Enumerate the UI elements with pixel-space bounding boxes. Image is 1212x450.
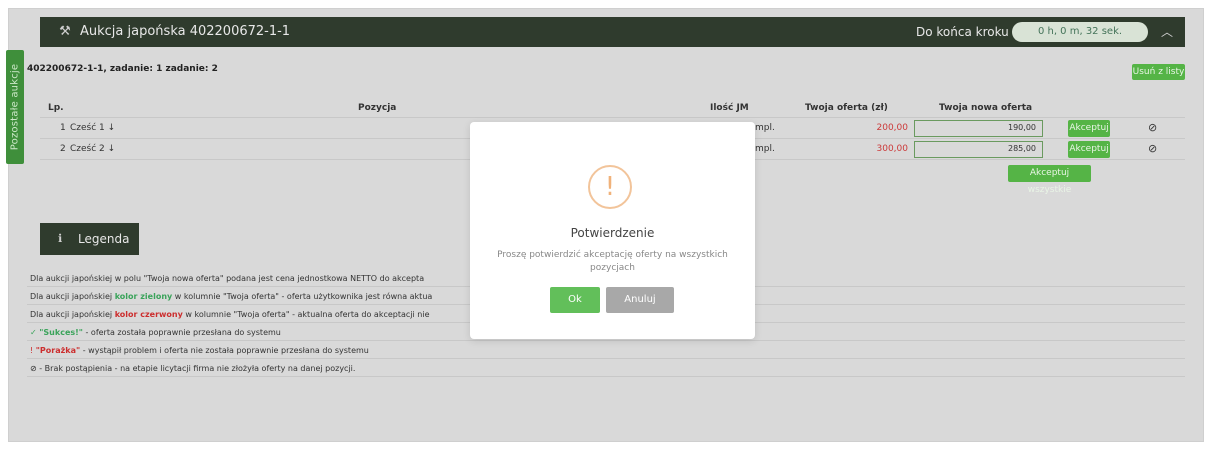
gavel-icon: ⚒ <box>59 24 71 39</box>
row-unit: mpl. <box>755 123 775 133</box>
legend-title: Legenda <box>78 232 130 246</box>
legend-header: ℹ Legenda <box>40 223 139 255</box>
col-your-offer: Twoja oferta (zł) <box>805 103 888 113</box>
exclamation-circle-icon: ! <box>30 346 34 355</box>
accept-button[interactable]: Akceptuj <box>1068 141 1110 158</box>
legend-text: Dla aukcji japońskiej w polu "Twoja nowa… <box>30 274 425 283</box>
accept-button[interactable]: Akceptuj <box>1068 120 1110 137</box>
legend-red-label: kolor czerwony <box>114 310 183 319</box>
legend-text: Dla aukcji japońskiej <box>30 292 115 301</box>
confirm-dialog: ! Potwierdzenie Proszę potwierdzić akcep… <box>470 122 755 339</box>
col-qty-unit: Ilość JM <box>710 103 749 113</box>
legend-line: ! "Porażka" - wystąpił problem i oferta … <box>27 342 1185 359</box>
row-lp: 1 <box>60 123 66 133</box>
ok-button[interactable]: Ok <box>550 287 600 313</box>
legend-success-label: "Sukces!" <box>39 328 83 337</box>
row-your-offer: 300,00 <box>876 144 909 154</box>
legend-line: ⊘ - Brak postąpienia - na etapie licytac… <box>27 360 1185 377</box>
legend-text: Dla aukcji japońskiej <box>30 310 115 319</box>
legend-text: w kolumnie "Twoja oferta" - aktualna ofe… <box>182 310 430 319</box>
step-timer: 0 h, 0 m, 32 sek. <box>1012 22 1148 42</box>
legend-text: - wystąpił problem i oferta nie została … <box>80 346 369 355</box>
row-your-offer: 200,00 <box>876 123 909 133</box>
row-unit: mpl. <box>755 144 775 154</box>
exclamation-icon: ! <box>588 165 632 209</box>
auction-header: ⚒ Aukcja japońska 402200672-1-1 Do końca… <box>40 17 1185 47</box>
check-circle-icon: ✓ <box>30 328 37 337</box>
info-icon: ℹ <box>58 232 63 245</box>
row-position[interactable]: Cześć 2 ↓ <box>70 144 115 154</box>
other-auctions-label: Pozostałe aukcje <box>9 63 21 151</box>
block-icon: ⊘ <box>30 364 37 373</box>
col-lp: Lp. <box>48 103 64 113</box>
new-offer-input[interactable]: 285,00 <box>914 141 1043 158</box>
other-auctions-tab[interactable]: Pozostałe aukcje <box>6 50 24 164</box>
col-position: Pozycja <box>358 103 397 113</box>
task-info: 402200672-1-1, zadanie: 1 zadanie: 2 <box>27 64 218 74</box>
dialog-title: Potwierdzenie <box>570 226 655 240</box>
row-lp: 2 <box>60 144 66 154</box>
block-icon[interactable]: ⊘ <box>1148 142 1157 155</box>
dialog-message: Proszę potwierdzić akceptację oferty na … <box>497 250 728 273</box>
legend-text: - Brak postąpienia - na etapie licytacji… <box>36 364 356 373</box>
legend-text: w kolumnie "Twoja oferta" - oferta użytk… <box>172 292 433 301</box>
step-timer-label: Do końca kroku 1 <box>916 25 1021 39</box>
row-position[interactable]: Cześć 1 ↓ <box>70 123 115 133</box>
remove-from-list-button[interactable]: Usuń z listy <box>1132 64 1185 80</box>
new-offer-input[interactable]: 190,00 <box>914 120 1043 137</box>
col-new-offer: Twoja nowa oferta <box>939 103 1033 113</box>
legend-green-label: kolor zielony <box>114 292 173 301</box>
table-header: Lp. Pozycja Ilość JM Twoja oferta (zł) T… <box>40 98 1185 118</box>
chevron-up-icon[interactable]: ︿ <box>1158 24 1176 40</box>
cancel-button[interactable]: Anuluj <box>606 287 674 313</box>
accept-all-button[interactable]: Akceptuj wszystkie <box>1008 165 1091 195</box>
legend-failure-label: "Porażka" <box>35 346 81 355</box>
block-icon[interactable]: ⊘ <box>1148 121 1157 134</box>
legend-text: - oferta została poprawnie przesłana do … <box>82 328 281 337</box>
auction-title: Aukcja japońska 402200672-1-1 <box>80 24 291 39</box>
